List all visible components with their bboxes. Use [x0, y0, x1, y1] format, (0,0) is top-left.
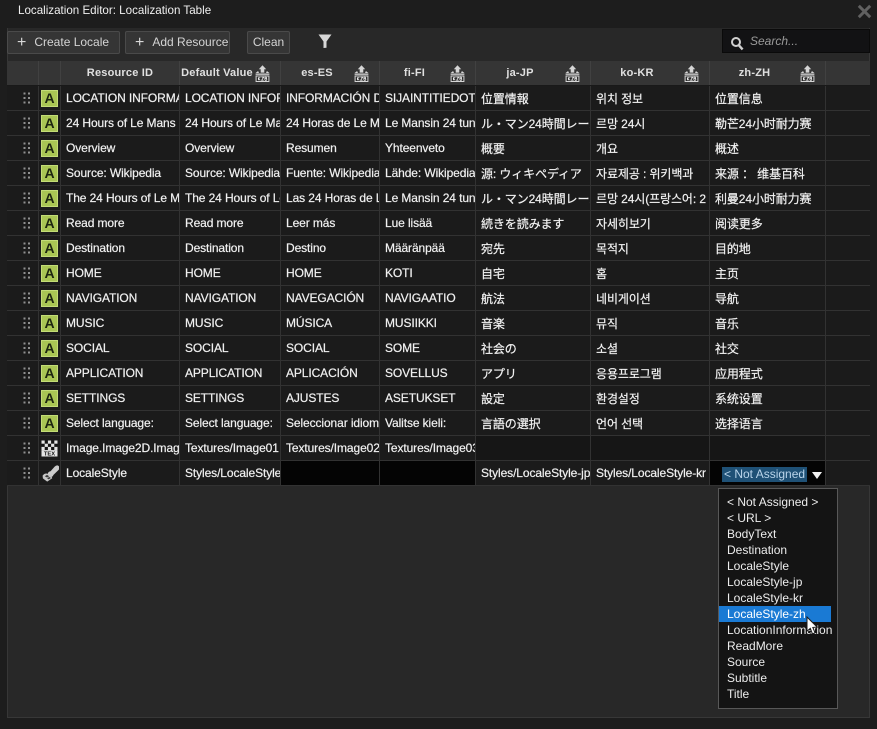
- svg-text:TEX: TEX: [44, 451, 55, 457]
